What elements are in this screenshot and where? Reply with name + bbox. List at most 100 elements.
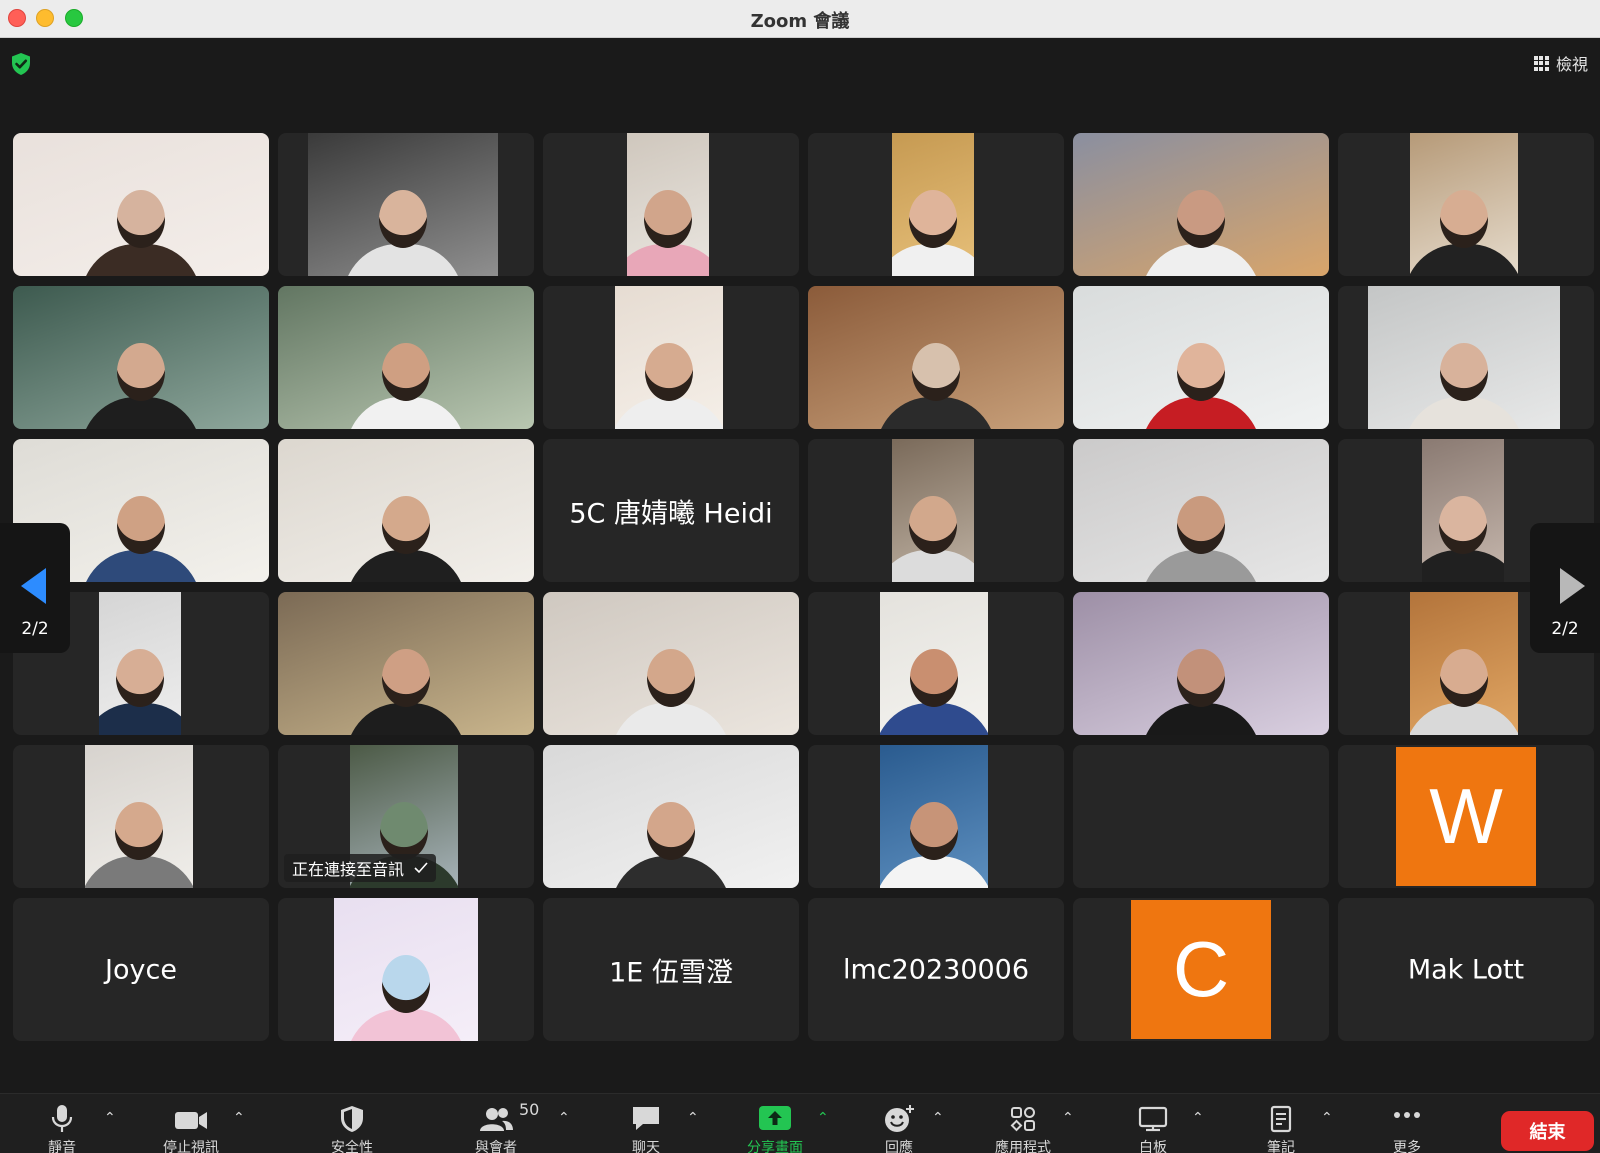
participant-silhouette [346,496,466,582]
security-button[interactable]: 安全性 [307,1104,397,1153]
participant-video [278,439,534,582]
participant-silhouette [876,343,996,429]
participant-tile[interactable]: 1E 伍雪澄 [543,898,799,1041]
participant-tile[interactable] [1073,286,1329,429]
security-shield-icon [341,1106,363,1132]
view-label: 檢視 [1555,55,1588,74]
participants-label: 與會者 [475,1140,517,1153]
participant-video [880,745,988,888]
participant-tile[interactable] [1073,133,1329,276]
participant-tile[interactable] [278,133,534,276]
participant-tile[interactable]: C [1073,898,1329,1041]
reactions-label: 回應 [885,1140,913,1153]
participant-silhouette [1422,496,1504,582]
stop-video-label: 停止視訊 [163,1140,219,1153]
participant-tile[interactable] [1338,133,1594,276]
participant-silhouette [615,343,723,429]
whiteboard-icon [1138,1106,1168,1132]
participant-tile[interactable] [1338,286,1594,429]
participant-video [627,133,709,276]
chat-options-chevron-icon[interactable]: ⌃ [687,1110,699,1126]
share-screen-button[interactable]: 分享畫面 [730,1104,820,1153]
participant-tile[interactable] [278,439,534,582]
reactions-options-chevron-icon[interactable]: ⌃ [932,1110,944,1126]
apps-icon [1010,1107,1035,1132]
participant-video [13,286,269,429]
chat-label: 聊天 [632,1140,660,1153]
encryption-shield-icon[interactable] [10,52,32,76]
share-options-chevron-icon[interactable]: ⌃ [817,1110,829,1126]
participant-tile[interactable] [543,745,799,888]
reactions-button[interactable]: 回應 [854,1104,944,1153]
video-options-chevron-icon[interactable]: ⌃ [233,1110,245,1126]
participant-tile[interactable] [808,592,1064,735]
participant-tile[interactable] [278,898,534,1041]
apps-options-chevron-icon[interactable]: ⌃ [1062,1110,1074,1126]
participant-silhouette [880,802,988,888]
participants-icon [480,1108,513,1131]
participant-avatar: W [1396,747,1536,886]
chat-button[interactable]: 聊天 [601,1104,691,1153]
participant-silhouette [1141,649,1261,735]
participant-tile[interactable] [13,745,269,888]
next-page-button[interactable]: 2/2 [1530,523,1600,653]
participant-silhouette [1141,496,1261,582]
notes-button[interactable]: 筆記 [1236,1104,1326,1153]
reactions-smiley-icon [885,1105,914,1132]
participants-options-chevron-icon[interactable]: ⌃ [558,1110,570,1126]
participant-silhouette [99,649,181,735]
view-button[interactable]: 檢視 [1533,50,1588,76]
more-button[interactable]: 更多 [1362,1104,1452,1153]
notes-options-chevron-icon[interactable]: ⌃ [1321,1110,1333,1126]
participants-count: 50 [519,1100,540,1119]
participant-silhouette [1410,649,1518,735]
participant-tile[interactable] [808,133,1064,276]
stop-video-button[interactable]: 停止視訊 [146,1104,236,1153]
participant-tile[interactable]: Joyce [13,898,269,1041]
audio-connecting-status: 正在連接至音訊 [284,854,437,882]
participant-video [1073,592,1329,735]
participant-video [543,745,799,888]
participant-tile[interactable] [278,286,534,429]
whiteboard-options-chevron-icon[interactable]: ⌃ [1192,1110,1204,1126]
mute-button[interactable]: 靜音 [17,1104,107,1153]
participant-tile[interactable]: lmc20230006 [808,898,1064,1041]
participant-avatar: C [1131,900,1271,1039]
participant-tile[interactable]: 5C 唐婧曦 Heidi [543,439,799,582]
participant-silhouette [346,649,466,735]
audio-status-text: 正在連接至音訊 [292,860,405,879]
participant-tile[interactable] [543,133,799,276]
participant-video [1410,133,1518,276]
participant-name: 5C 唐婧曦 Heidi [569,498,773,529]
apps-button[interactable]: 應用程式 [978,1104,1068,1153]
previous-page-button[interactable]: 2/2 [0,523,70,653]
participant-tile[interactable] [1073,745,1329,888]
participant-tile[interactable] [808,286,1064,429]
participant-name: lmc20230006 [842,954,1030,985]
whiteboard-label: 白板 [1139,1140,1167,1153]
participant-tile[interactable] [808,745,1064,888]
participant-tile[interactable] [808,439,1064,582]
participant-tile[interactable] [13,133,269,276]
participant-tile[interactable] [13,286,269,429]
participant-tile[interactable]: Mak Lott [1338,898,1594,1041]
participant-video [278,286,534,429]
participant-silhouette [1141,190,1261,276]
participant-silhouette [346,343,466,429]
audio-options-chevron-icon[interactable]: ⌃ [104,1110,116,1126]
participant-video [880,592,988,735]
participant-tile[interactable] [1073,592,1329,735]
end-meeting-button[interactable]: 結束 [1501,1111,1594,1151]
participant-tile[interactable] [543,286,799,429]
participant-tile[interactable] [543,592,799,735]
participant-video [615,286,723,429]
participant-silhouette [81,343,201,429]
participant-tile[interactable]: 正在連接至音訊 [278,745,534,888]
participant-video [892,439,974,582]
participant-tile[interactable]: W [1338,745,1594,888]
participant-tile[interactable] [1073,439,1329,582]
participant-tile[interactable] [278,592,534,735]
whiteboard-button[interactable]: 白板 [1108,1104,1198,1153]
share-screen-label: 分享畫面 [747,1140,803,1153]
participant-video [1422,439,1504,582]
